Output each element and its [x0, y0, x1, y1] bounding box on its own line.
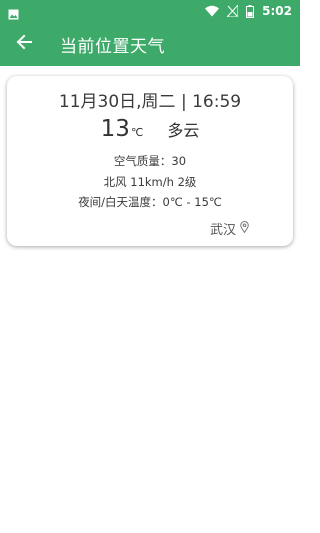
- air-quality-label: 空气质量：30: [113, 154, 187, 168]
- location-name: 武汉: [209, 223, 236, 238]
- temperature-range-label: 夜间/白天温度：0℃ - 15℃: [78, 195, 222, 209]
- battery-icon: [246, 4, 255, 18]
- back-button[interactable]: [0, 22, 48, 66]
- temperature-value: 13: [100, 116, 130, 142]
- page-title: 当前位置天气: [60, 36, 165, 57]
- datetime-label: 11月30日,周二 | 16:59: [58, 92, 242, 112]
- wind-label: 北风 11km/h 2级: [103, 175, 197, 189]
- weather-condition: 多云: [167, 121, 200, 140]
- weather-card: 11月30日,周二 | 16:59 13 ℃ 多云 空气质量：30 北风 11k…: [7, 76, 293, 246]
- temperature-row: 13 ℃ 多云: [7, 116, 293, 142]
- status-bar: 5:02: [0, 0, 300, 22]
- arrow-left-icon: [16, 34, 32, 54]
- map-pin-icon: [236, 220, 249, 237]
- image-icon: [8, 5, 19, 20]
- status-time: 5:02: [262, 4, 292, 18]
- temperature-unit: ℃: [130, 126, 144, 139]
- location[interactable]: 武汉: [210, 219, 249, 238]
- wifi-icon: [205, 5, 220, 17]
- app-bar: 当前位置天气: [0, 22, 300, 66]
- signal-icon: [227, 5, 239, 17]
